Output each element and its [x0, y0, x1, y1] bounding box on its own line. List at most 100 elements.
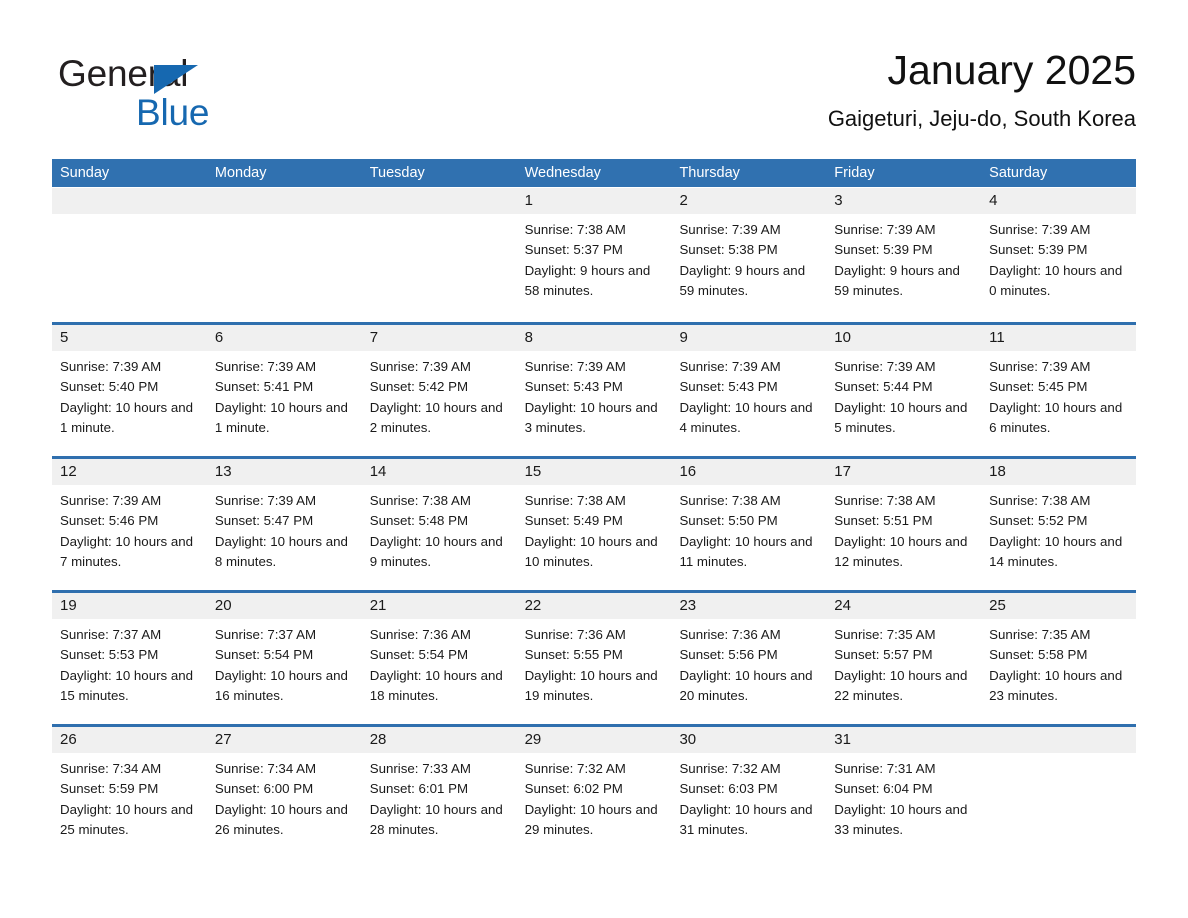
day-cell[interactable]: 19 Sunrise: 7:37 AM Sunset: 5:53 PM Dayligh… — [52, 593, 207, 724]
day-cell[interactable]: 26 Sunrise: 7:34 AM Sunset: 5:59 PM Dayligh… — [52, 727, 207, 841]
day-number-band: 24 — [826, 593, 982, 619]
day-cell[interactable]: 5 Sunrise: 7:39 AM Sunset: 5:40 PM Daylight… — [52, 325, 207, 456]
day-number-band: 10 — [826, 325, 982, 351]
day-details: Sunrise: 7:39 AM Sunset: 5:47 PM Daylight:… — [207, 485, 362, 572]
day-number: 3 — [834, 192, 843, 209]
day-details: Sunrise: 7:36 AM Sunset: 5:56 PM Daylight:… — [671, 619, 826, 706]
day-number: 26 — [60, 731, 77, 748]
weekday-monday: Monday — [214, 165, 267, 181]
sunrise-text: Sunrise: 7:38 AM — [989, 493, 1091, 508]
daylight-text: Daylight: 10 hours and 22 minutes. — [834, 667, 968, 703]
day-number: 14 — [369, 463, 387, 480]
logo-text-blue: Blue — [136, 92, 210, 133]
day-cell[interactable]: 9 Sunrise: 7:39 AM Sunset: 5:43 PM Daylight… — [671, 325, 827, 456]
day-cell[interactable]: 1 Sunrise: 7:38 AM Sunset: 5:37 PM Daylight… — [516, 188, 672, 322]
day-number: 16 — [679, 463, 697, 480]
daylight-text: Daylight: 10 hours and 7 minutes. — [60, 533, 194, 569]
sunrise-text: Sunrise: 7:37 AM — [60, 627, 162, 642]
day-cell[interactable]: 15 Sunrise: 7:38 AM Sunset: 5:49 PM Dayligh… — [516, 459, 672, 590]
daylight-text: Daylight: 9 hours and 58 minutes. — [524, 262, 651, 298]
daylight-text: Daylight: 10 hours and 16 minutes. — [214, 667, 348, 703]
day-cell[interactable]: 4 Sunrise: 7:39 AM Sunset: 5:39 PM Daylight… — [981, 188, 1137, 322]
day-cell[interactable]: 31 Sunrise: 7:31 AM Sunset: 6:04 PM Dayligh… — [826, 727, 982, 841]
general-blue-logo[interactable]: General Blue — [58, 52, 278, 138]
sunset-text: Sunset: 5:39 PM — [834, 242, 933, 258]
daylight-text: Daylight: 10 hours and 5 minutes. — [834, 399, 968, 435]
sunset-text: Sunset: 5:46 PM — [60, 513, 159, 529]
day-cell[interactable]: 23 Sunrise: 7:36 AM Sunset: 5:56 PM Dayligh… — [671, 593, 827, 724]
sunset-text: Sunset: 5:49 PM — [524, 513, 623, 529]
day-number-band: 2 — [671, 188, 827, 214]
weekday-header-row: Sunday Monday Tuesday Wednesday Thursday… — [52, 159, 1136, 187]
day-number-band: 26 — [52, 727, 207, 753]
day-number: 31 — [834, 731, 851, 748]
day-number-band: 31 — [826, 727, 982, 753]
day-number-band: 29 — [516, 727, 672, 753]
day-cell[interactable]: 29 Sunrise: 7:32 AM Sunset: 6:02 PM Dayligh… — [516, 727, 672, 841]
daylight-text: Daylight: 9 hours and 59 minutes. — [679, 262, 806, 298]
day-number: 13 — [214, 463, 232, 480]
day-number-band: 5 — [52, 325, 207, 351]
day-number-band — [206, 188, 362, 214]
day-cell[interactable]: 14 Sunrise: 7:38 AM Sunset: 5:48 PM Dayligh… — [361, 459, 517, 590]
daylight-text: Daylight: 10 hours and 1 minute. — [214, 399, 348, 435]
weeks-container: 1 Sunrise: 7:38 AM Sunset: 5:37 PM Daylight… — [52, 188, 1137, 841]
day-details: Sunrise: 7:39 AM Sunset: 5:44 PM Daylight:… — [826, 351, 981, 438]
day-cell[interactable]: 24 Sunrise: 7:35 AM Sunset: 5:57 PM Dayligh… — [826, 593, 982, 724]
sunset-text: Sunset: 6:00 PM — [214, 781, 314, 797]
daylight-text: Daylight: 10 hours and 4 minutes. — [679, 399, 813, 435]
day-cell[interactable]: 8 Sunrise: 7:39 AM Sunset: 5:43 PM Daylight… — [516, 325, 672, 456]
day-number: 21 — [369, 597, 387, 614]
sunset-text: Sunset: 5:43 PM — [679, 379, 778, 395]
day-cell[interactable]: 2 Sunrise: 7:39 AM Sunset: 5:38 PM Daylight… — [671, 188, 827, 322]
sunset-text: Sunset: 5:54 PM — [369, 647, 469, 663]
day-number-band — [981, 727, 1137, 753]
day-cell[interactable]: 28 Sunrise: 7:33 AM Sunset: 6:01 PM Dayligh… — [361, 727, 517, 841]
sunset-text: Sunset: 6:04 PM — [834, 781, 933, 797]
daylight-text: Daylight: 10 hours and 8 minutes. — [214, 533, 348, 569]
day-number: 22 — [524, 597, 542, 614]
sunrise-text: Sunrise: 7:32 AM — [679, 761, 781, 776]
daylight-text: Daylight: 10 hours and 3 minutes. — [524, 399, 658, 435]
day-details: Sunrise: 7:39 AM Sunset: 5:39 PM Daylight:… — [981, 214, 1136, 301]
weekday-sunday: Sunday — [60, 165, 110, 181]
day-number-band: 21 — [361, 593, 517, 619]
day-details: Sunrise: 7:39 AM Sunset: 5:43 PM Daylight:… — [671, 351, 826, 438]
day-cell[interactable]: 10 Sunrise: 7:39 AM Sunset: 5:44 PM Dayligh… — [826, 325, 982, 456]
day-cell-empty — [361, 188, 517, 322]
sunrise-text: Sunrise: 7:38 AM — [524, 493, 626, 508]
daylight-text: Daylight: 10 hours and 6 minutes. — [989, 399, 1123, 435]
sunrise-text: Sunrise: 7:36 AM — [679, 627, 781, 642]
day-cell[interactable]: 6 Sunrise: 7:39 AM Sunset: 5:41 PM Daylight… — [206, 325, 362, 456]
weekday-wednesday: Wednesday — [524, 165, 601, 181]
day-number: 10 — [834, 329, 851, 346]
day-cell[interactable]: 30 Sunrise: 7:32 AM Sunset: 6:03 PM Dayligh… — [671, 727, 827, 841]
week-row: 1 Sunrise: 7:38 AM Sunset: 5:37 PM Daylight… — [52, 188, 1137, 322]
sunset-text: Sunset: 6:02 PM — [524, 781, 623, 797]
day-cell[interactable]: 18 Sunrise: 7:38 AM Sunset: 5:52 PM Dayligh… — [981, 459, 1137, 590]
day-cell[interactable]: 21 Sunrise: 7:36 AM Sunset: 5:54 PM Dayligh… — [361, 593, 517, 724]
day-cell[interactable]: 27 Sunrise: 7:34 AM Sunset: 6:00 PM Dayligh… — [206, 727, 362, 841]
day-cell[interactable]: 16 Sunrise: 7:38 AM Sunset: 5:50 PM Dayligh… — [671, 459, 827, 590]
day-details: Sunrise: 7:39 AM Sunset: 5:38 PM Daylight:… — [671, 214, 826, 301]
day-details: Sunrise: 7:38 AM Sunset: 5:49 PM Daylight:… — [517, 485, 672, 572]
day-number-band: 22 — [516, 593, 672, 619]
day-details: Sunrise: 7:34 AM Sunset: 6:00 PM Daylight:… — [207, 753, 362, 840]
day-cell[interactable]: 25 Sunrise: 7:35 AM Sunset: 5:58 PM Dayligh… — [981, 593, 1137, 724]
sunrise-text: Sunrise: 7:38 AM — [524, 222, 626, 237]
sunrise-text: Sunrise: 7:39 AM — [989, 222, 1091, 237]
day-cell[interactable]: 17 Sunrise: 7:38 AM Sunset: 5:51 PM Dayligh… — [826, 459, 982, 590]
day-cell[interactable]: 7 Sunrise: 7:39 AM Sunset: 5:42 PM Daylight… — [361, 325, 517, 456]
daylight-text: Daylight: 10 hours and 31 minutes. — [679, 801, 813, 837]
day-details: Sunrise: 7:32 AM Sunset: 6:02 PM Daylight:… — [517, 753, 672, 840]
day-cell[interactable]: 11 Sunrise: 7:39 AM Sunset: 5:45 PM Dayligh… — [981, 325, 1137, 456]
day-cell[interactable]: 22 Sunrise: 7:36 AM Sunset: 5:55 PM Dayligh… — [516, 593, 672, 724]
week-row: 5 Sunrise: 7:39 AM Sunset: 5:40 PM Daylight… — [52, 322, 1137, 456]
day-cell[interactable]: 12 Sunrise: 7:39 AM Sunset: 5:46 PM Dayligh… — [52, 459, 207, 590]
sunset-text: Sunset: 6:01 PM — [369, 781, 469, 797]
day-cell[interactable]: 3 Sunrise: 7:39 AM Sunset: 5:39 PM Daylight… — [826, 188, 982, 322]
weekday-saturday: Saturday — [989, 165, 1048, 181]
day-cell[interactable]: 20 Sunrise: 7:37 AM Sunset: 5:54 PM Dayligh… — [206, 593, 362, 724]
day-number: 15 — [524, 463, 542, 480]
day-cell[interactable]: 13 Sunrise: 7:39 AM Sunset: 5:47 PM Dayligh… — [206, 459, 362, 590]
